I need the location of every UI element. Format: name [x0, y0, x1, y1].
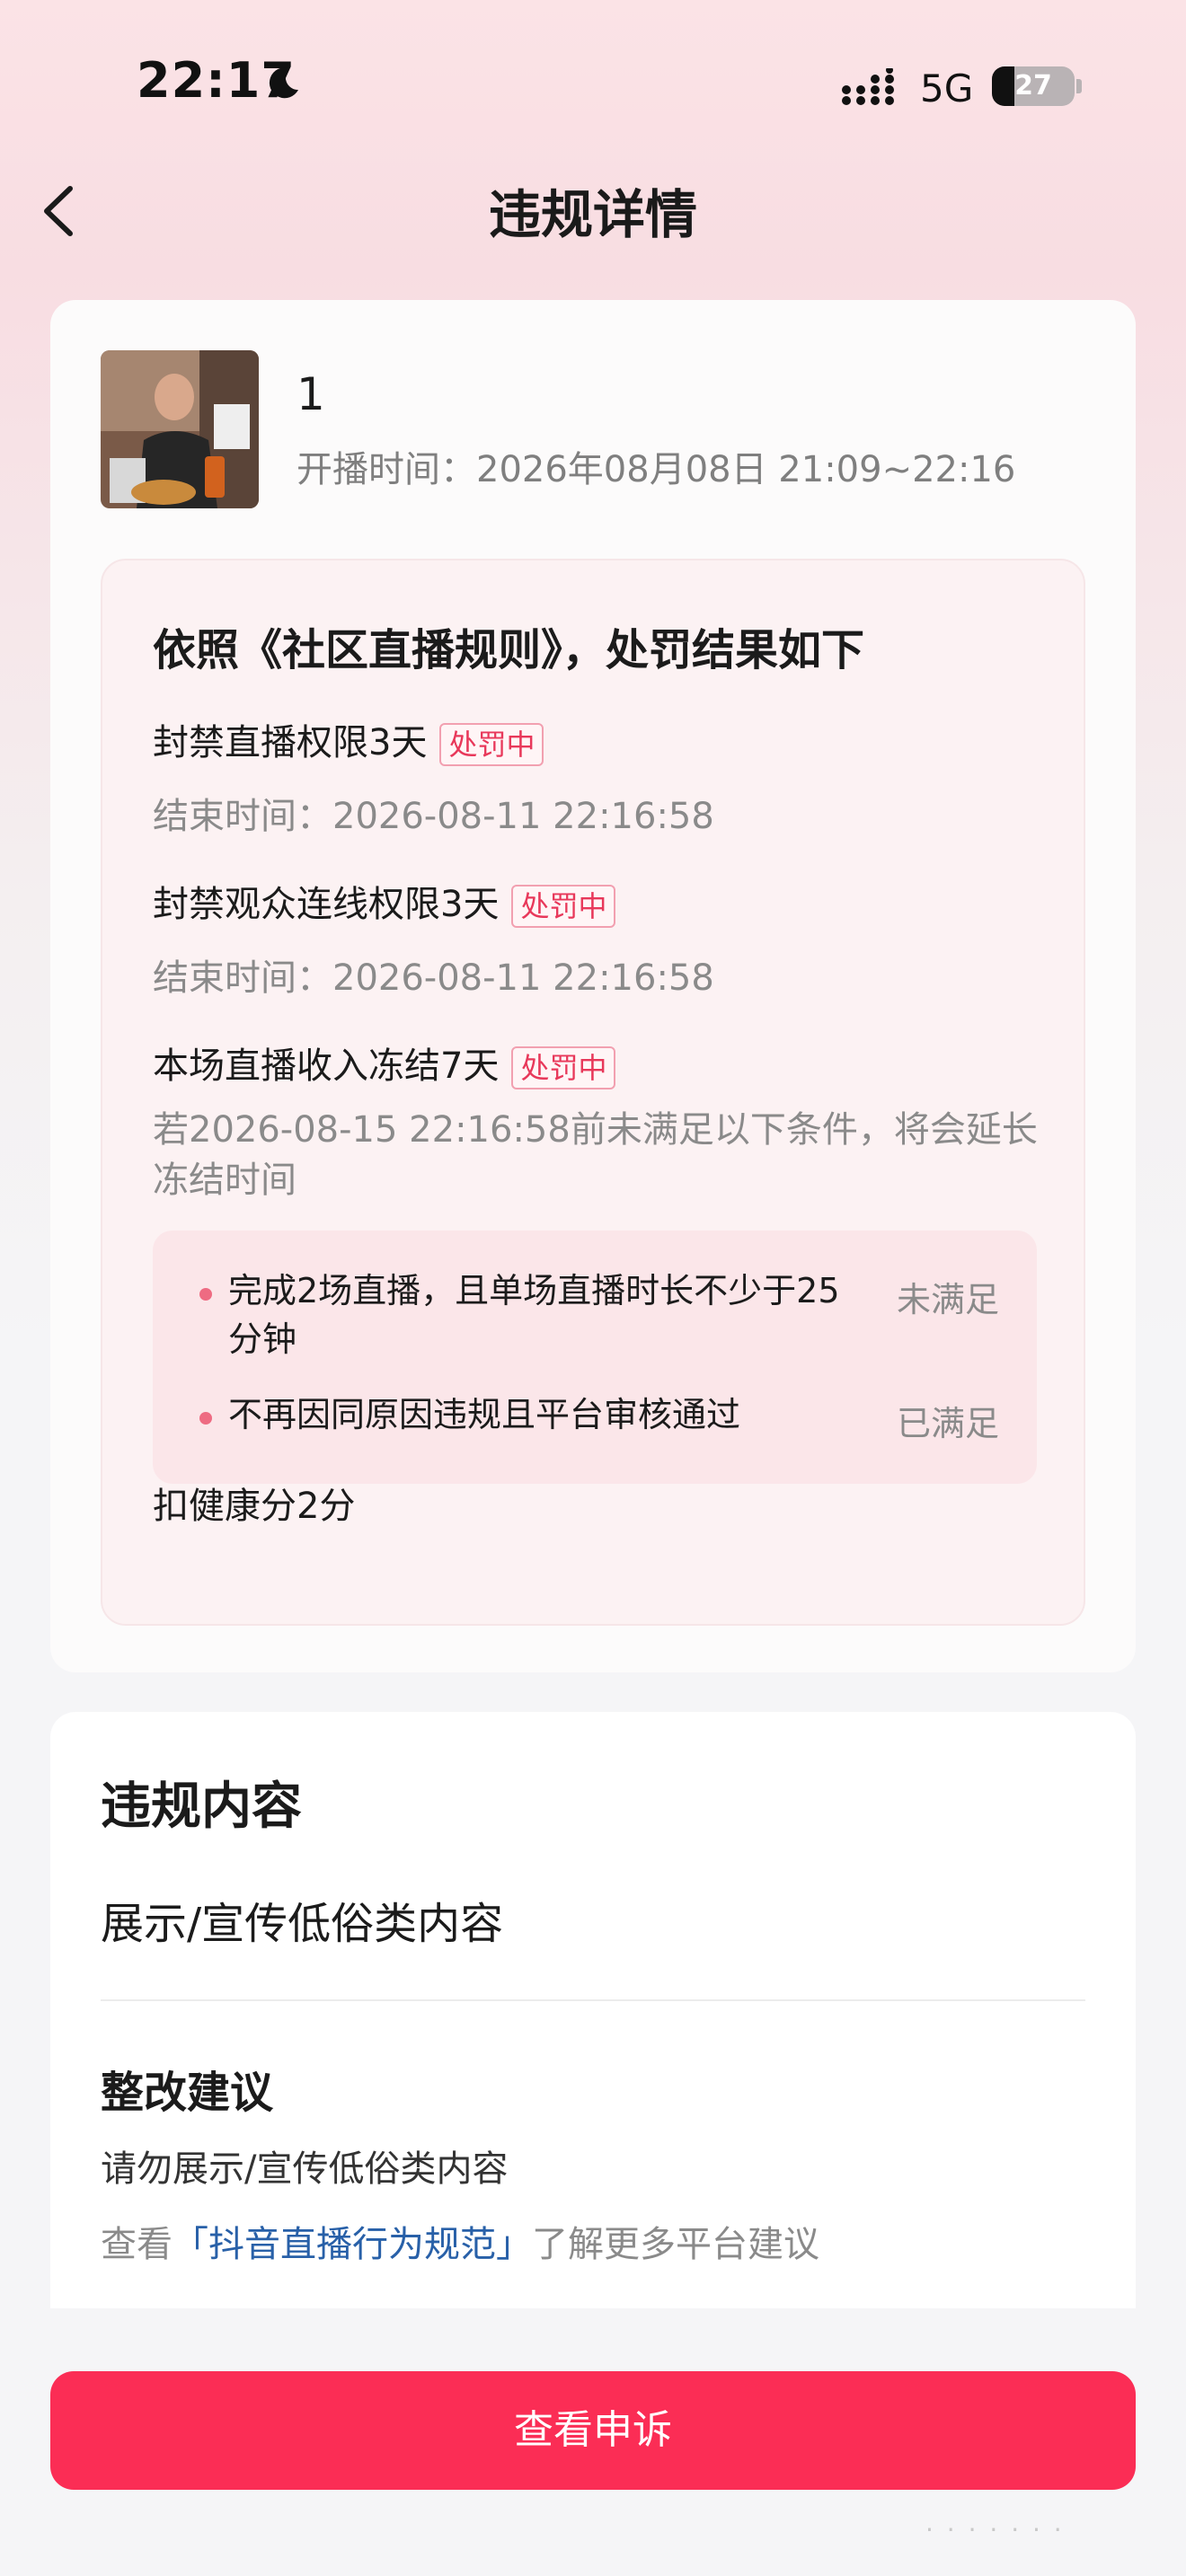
condition-text: 完成2场直播，且单场直播时长不少于25分钟 [228, 1271, 840, 1359]
battery-tip [1076, 79, 1082, 93]
status-bar: 22:17 5G 27 [0, 0, 1186, 171]
condition-status: 未满足 [896, 1280, 999, 1319]
watermark: · · · · · · · [925, 2515, 1065, 2545]
condition-text: 不再因同原因违规且平台审核通过 [228, 1395, 741, 1434]
penalty-item-label: 本场直播收入冻结7天 [153, 1045, 500, 1087]
suggestion-text: 请勿展示/宣传低俗类内容 [101, 2148, 509, 2190]
violation-heading: 违规内容 [101, 1778, 302, 1836]
guidelines-link[interactable]: 「抖音直播行为规范」 [173, 2224, 532, 2265]
penalty-item-label: 封禁直播权限3天 [153, 722, 428, 763]
violation-card: 违规内容 展示/宣传低俗类内容 整改建议 请勿展示/宣传低俗类内容 查看「抖音直… [50, 1712, 1136, 2308]
status-badge: 处罚中 [511, 885, 616, 928]
stream-time: 开播时间：2026年08月08日 21:09~22:16 [296, 449, 1016, 490]
conditions-box: 完成2场直播，且单场直播时长不少于25分钟 未满足 不再因同原因违规且平台审核通… [153, 1231, 1037, 1484]
status-badge: 处罚中 [439, 723, 544, 766]
penalty-item-title: 本场直播收入冻结7天 处罚中 [153, 1037, 616, 1090]
penalty-end-time: 结束时间：2026-08-11 22:16:58 [153, 957, 714, 999]
moon-icon [269, 67, 298, 99]
guidelines-suffix: 了解更多平台建议 [532, 2224, 819, 2265]
divider [101, 1999, 1085, 2001]
guidelines-prefix: 查看 [101, 2224, 173, 2265]
penalty-card: 1 开播时间：2026年08月08日 21:09~22:16 依照《社区直播规则… [50, 300, 1136, 1672]
penalty-result-box: 依照《社区直播规则》，处罚结果如下 封禁直播权限3天 处罚中 结束时间：2026-… [101, 559, 1085, 1626]
view-appeal-button[interactable]: 查看申诉 [50, 2371, 1136, 2490]
bullet-dot [199, 1288, 212, 1301]
status-badge: 处罚中 [511, 1046, 616, 1090]
guidelines-line: 查看「抖音直播行为规范」了解更多平台建议 [101, 2215, 819, 2267]
health-score-deduction: 扣健康分2分 [153, 1486, 356, 1527]
page-title: 违规详情 [488, 184, 697, 245]
network-type: 5G [920, 66, 974, 110]
penalty-heading: 依照《社区直播规则》，处罚结果如下 [153, 625, 865, 675]
condition-status: 已满足 [896, 1404, 999, 1443]
penalty-end-time: 结束时间：2026-08-11 22:16:58 [153, 796, 714, 837]
signal-icon [842, 68, 894, 105]
penalty-item-title: 封禁直播权限3天 处罚中 [153, 713, 544, 766]
battery-level: 27 [1014, 70, 1052, 101]
freeze-note: 若2026-08-15 22:16:58前未满足以下条件，将会延长冻结时间 [153, 1109, 1038, 1201]
stream-thumbnail[interactable] [101, 350, 259, 508]
penalty-item-label: 封禁观众连线权限3天 [153, 884, 500, 925]
suggestion-heading: 整改建议 [101, 2068, 274, 2118]
bullet-dot [199, 1412, 212, 1425]
stream-name: 1 [296, 368, 325, 420]
violation-content: 展示/宣传低俗类内容 [101, 1899, 504, 1949]
battery-icon: 27 [992, 66, 1075, 106]
penalty-item-title: 封禁观众连线权限3天 处罚中 [153, 875, 616, 928]
